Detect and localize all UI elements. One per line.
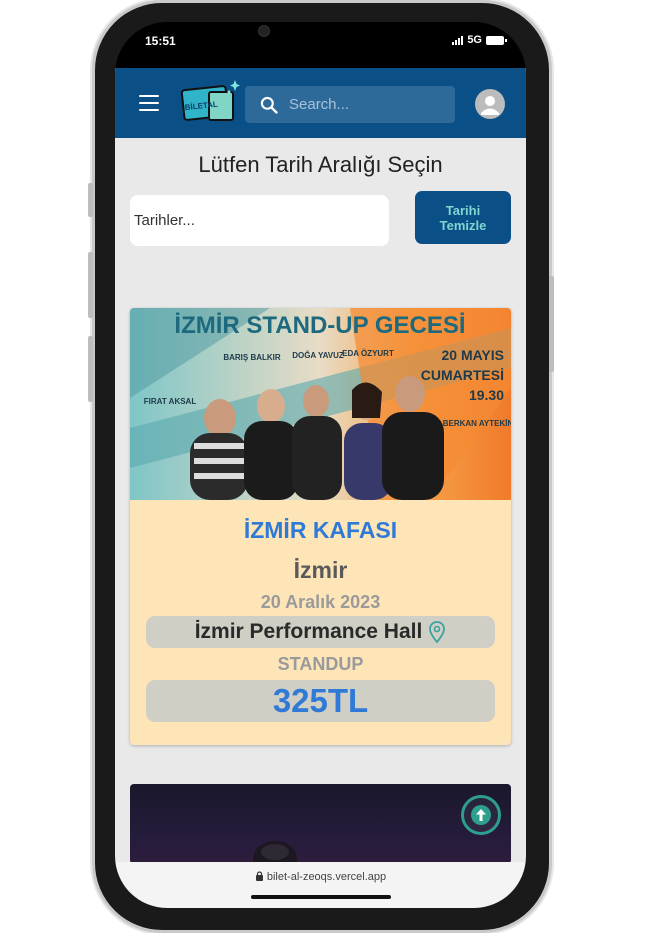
date-range-input[interactable]: Tarihler... <box>130 195 389 246</box>
network-label: 5G <box>467 34 482 46</box>
phone-side-button <box>88 336 93 402</box>
event-date: 20 Aralık 2023 <box>260 592 381 612</box>
status-bar: 15:51 5G <box>115 22 526 68</box>
phone-side-button <box>88 252 93 318</box>
event-card-next[interactable] <box>130 784 511 862</box>
banner-date: 20 MAYIS <box>441 347 504 363</box>
search-bar[interactable]: Search... <box>245 86 455 123</box>
phone-screen: 15:51 5G BİLETAL Search... Lütfen Tarih … <box>115 22 526 908</box>
lock-icon <box>255 871 263 881</box>
url-text: bilet-al-zeoqs.vercel.app <box>266 871 387 883</box>
performer-name: DOĞA YAVUZ <box>292 351 344 360</box>
banner-time: 19.30 <box>469 387 504 403</box>
menu-icon[interactable] <box>139 95 159 111</box>
status-time: 15:51 <box>145 34 176 48</box>
venue-name: İzmir Performance Hall <box>194 620 423 643</box>
next-event-banner-image[interactable] <box>130 784 511 862</box>
battery-icon <box>486 35 507 45</box>
navbar: BİLETAL Search... <box>115 68 526 138</box>
event-venue[interactable]: İzmir Performance Hall <box>146 616 495 648</box>
scroll-top-button[interactable] <box>461 795 501 835</box>
search-icon <box>260 96 278 114</box>
performer-name: BERKAN AYTEKİN <box>443 419 511 428</box>
event-title: İZMİR KAFASI <box>243 517 398 543</box>
banner-title: İZMİR STAND-UP GECESİ <box>174 312 465 339</box>
phone-side-button <box>549 276 554 372</box>
clear-label-1: Tarihi <box>445 202 481 218</box>
arrow-up-icon <box>471 805 491 825</box>
clear-label-2: Temizle <box>439 217 487 233</box>
camera-icon <box>253 22 273 42</box>
event-price[interactable]: 325TL <box>146 680 495 722</box>
clear-dates-button[interactable]: Tarihi Temizle <box>415 191 511 244</box>
logo[interactable]: BİLETAL <box>179 78 243 126</box>
browser-url-bar[interactable]: bilet-al-zeoqs.vercel.app <box>115 862 526 908</box>
page-title: Lütfen Tarih Aralığı Seçin <box>198 152 443 177</box>
search-input[interactable]: Search... <box>289 96 349 113</box>
performer-name: BARIŞ BALKIR <box>223 353 281 362</box>
web-page: BİLETAL Search... Lütfen Tarih Aralığı S… <box>115 68 526 862</box>
location-pin-icon[interactable] <box>428 621 446 643</box>
status-right: 5G <box>452 34 507 46</box>
event-card[interactable]: İZMİR STAND-UP GECESİ 20 MAYIS CUMARTESİ… <box>130 308 511 745</box>
event-category: STANDUP <box>277 654 364 674</box>
url-row[interactable]: bilet-al-zeoqs.vercel.app <box>115 871 526 883</box>
banner-day: CUMARTESİ <box>421 367 504 383</box>
event-city: İzmir <box>293 557 348 583</box>
performer-name: FIRAT AKSAL <box>144 397 197 406</box>
user-icon[interactable] <box>475 89 505 119</box>
performer-name: EDA ÖZYURT <box>342 349 394 358</box>
event-banner-image[interactable]: İZMİR STAND-UP GECESİ 20 MAYIS CUMARTESİ… <box>130 308 511 500</box>
phone-side-button <box>88 183 93 217</box>
signal-icon <box>452 35 464 45</box>
home-indicator[interactable] <box>251 895 391 899</box>
